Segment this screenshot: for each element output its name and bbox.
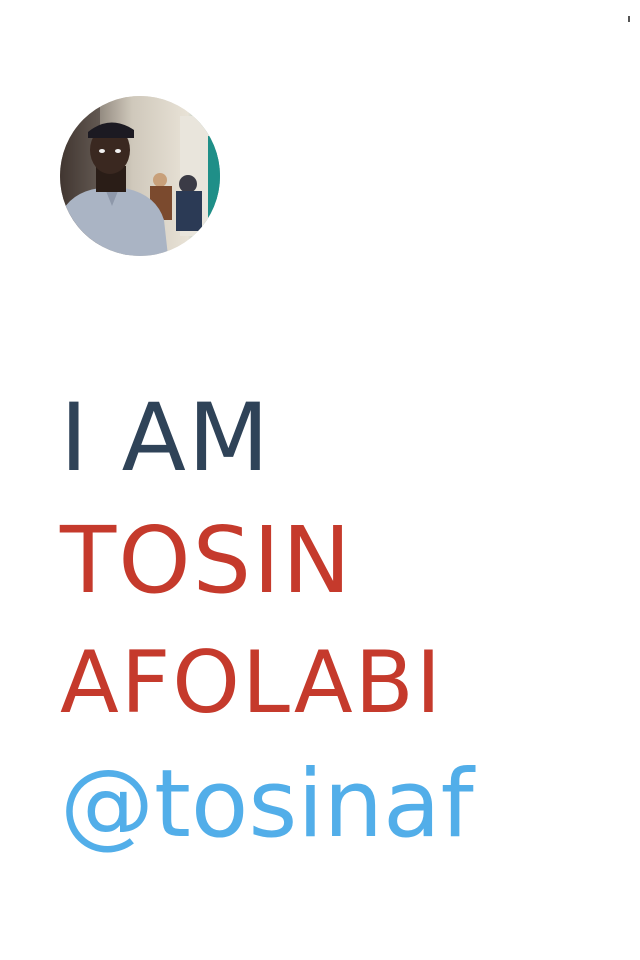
headline-first-name: TOSIN (60, 507, 353, 614)
profile-avatar (60, 96, 220, 256)
headline: I AM TOSIN AFOLABI @tosinaf (60, 378, 630, 866)
corner-mark (628, 16, 630, 22)
headline-last-name: AFOLABI (60, 633, 444, 733)
headline-intro: I AM (60, 384, 272, 493)
person-photo-icon (60, 96, 220, 256)
headline-handle-link[interactable]: @tosinaf (60, 744, 630, 866)
